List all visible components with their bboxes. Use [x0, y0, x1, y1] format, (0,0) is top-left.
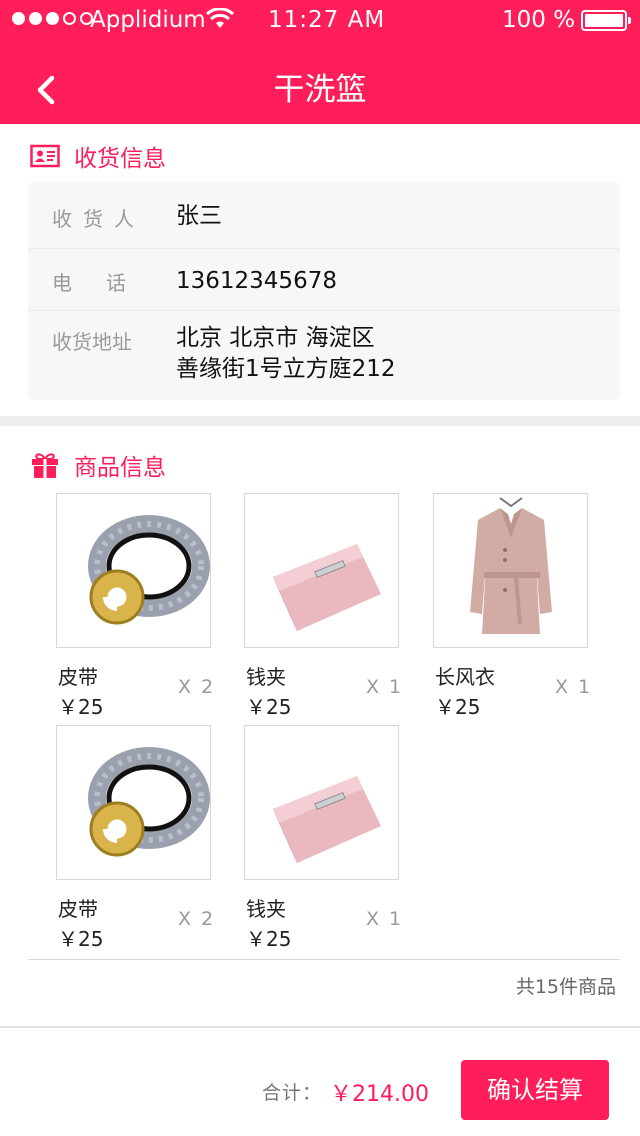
signal-dot: [46, 12, 59, 25]
goods-item[interactable]: 长风衣 ￥25 X 1: [433, 493, 593, 727]
goods-quantity: X 1: [366, 908, 404, 930]
header-bar: Applidium 11:27 AM 100 % 干洗篮: [0, 0, 640, 124]
signal-dot: [29, 12, 42, 25]
address-line-1: 北京 北京市 海淀区: [176, 325, 375, 351]
goods-price: ￥25: [246, 695, 292, 719]
goods-name: 皮带: [58, 897, 98, 921]
id-card-icon: [30, 144, 60, 168]
wallet-image: [244, 725, 399, 880]
battery-percentage: 100 %: [502, 7, 576, 33]
goods-quantity: X 2: [178, 908, 216, 930]
status-bar: Applidium 11:27 AM 100 %: [0, 0, 640, 40]
goods-item[interactable]: 皮带 ￥25 X 2: [56, 493, 216, 727]
receiver-name-row: 收货人 张三: [28, 182, 620, 249]
goods-name: 长风衣: [435, 665, 495, 689]
wallet-image: [244, 493, 399, 648]
status-time: 11:27 AM: [268, 7, 386, 33]
belt-image: [56, 493, 211, 648]
signal-dot: [12, 12, 25, 25]
goods-section-title: 商品信息: [74, 455, 166, 481]
section-divider: [0, 416, 640, 426]
goods-price: ￥25: [435, 695, 481, 719]
receiver-section-header: 收货信息: [30, 139, 166, 173]
page-title: 干洗篮: [273, 72, 367, 108]
receiver-address-label: 收货地址: [52, 330, 132, 354]
checkout-footer: 合计： ￥214.00 确认结算: [0, 1026, 640, 1136]
goods-item[interactable]: 钱夹 ￥25 X 1: [244, 493, 404, 727]
goods-section-header: 商品信息: [30, 448, 166, 482]
receiver-address-value: 北京 北京市 海淀区 善缘街1号立方庭212: [176, 323, 396, 385]
goods-item[interactable]: 钱夹 ￥25 X 1: [244, 725, 404, 959]
receiver-phone-label: 电话: [52, 271, 160, 295]
goods-price: ￥25: [246, 927, 292, 951]
battery-icon: [581, 10, 631, 31]
signal-strength-icon: [12, 12, 93, 25]
signal-dot: [63, 12, 76, 25]
trench-coat-image: [433, 493, 588, 648]
receiver-name-label: 收货人: [52, 207, 145, 231]
total-amount: ￥214.00: [330, 1082, 429, 1107]
goods-name: 钱夹: [246, 897, 286, 921]
address-line-2: 善缘街1号立方庭212: [176, 356, 396, 382]
goods-price: ￥25: [58, 695, 104, 719]
goods-quantity: X 1: [555, 676, 593, 698]
goods-total-count: 共15件商品: [515, 976, 616, 998]
total-label: 合计：: [262, 1082, 323, 1104]
goods-quantity: X 1: [366, 676, 404, 698]
goods-divider: [28, 959, 620, 960]
wifi-icon: [206, 8, 234, 28]
receiver-section-title: 收货信息: [74, 146, 166, 172]
receiver-name-value: 张三: [176, 203, 222, 229]
receiver-info-card: 收货人 张三 电话 13612345678 收货地址 北京 北京市 海淀区 善缘…: [28, 182, 620, 400]
receiver-phone-row: 电话 13612345678: [28, 249, 620, 311]
goods-name: 皮带: [58, 665, 98, 689]
goods-quantity: X 2: [178, 676, 216, 698]
belt-image: [56, 725, 211, 880]
goods-name: 钱夹: [246, 665, 286, 689]
checkout-button[interactable]: 确认结算: [461, 1060, 609, 1120]
goods-item[interactable]: 皮带 ￥25 X 2: [56, 725, 216, 959]
receiver-phone-value: 13612345678: [176, 268, 337, 294]
goods-price: ￥25: [58, 927, 104, 951]
receiver-address-row: 收货地址 北京 北京市 海淀区 善缘街1号立方庭212: [28, 311, 620, 400]
carrier-name: Applidium: [90, 7, 206, 33]
gift-icon: [32, 453, 58, 478]
